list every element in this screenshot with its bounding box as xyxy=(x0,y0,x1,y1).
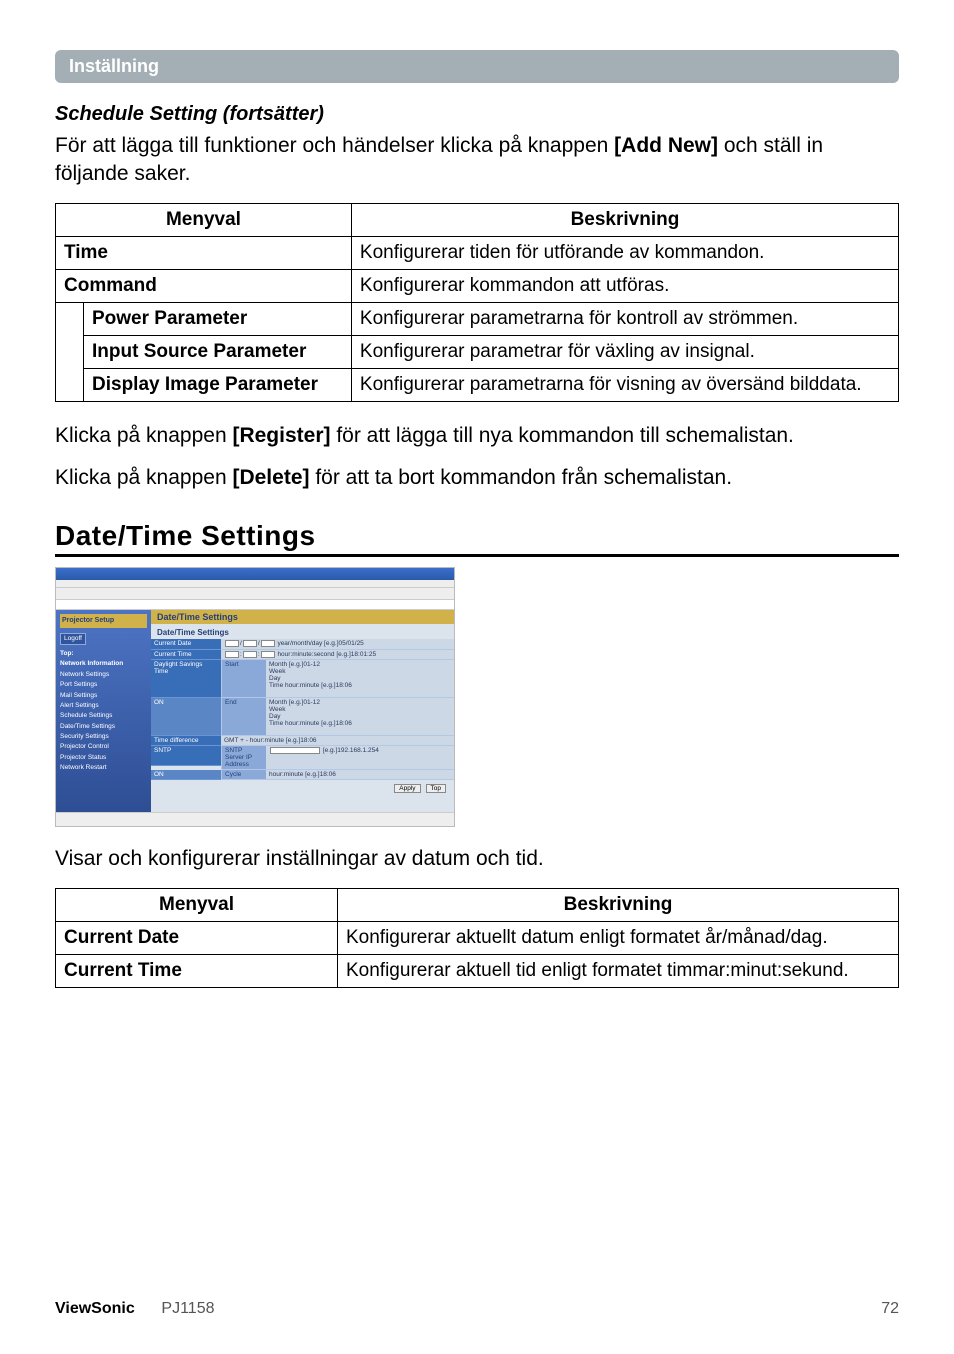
ss-val-end[interactable]: Month [e.g.]01-12 Week Day Time hour:min… xyxy=(266,698,454,736)
del-bold: [Delete] xyxy=(232,466,309,489)
reg-post: för att lägga till nya kommandon till sc… xyxy=(331,424,794,447)
row-power-desc: Konfigurerar parametrarna för kontroll a… xyxy=(351,302,898,335)
intro-bold: [Add New] xyxy=(614,134,718,157)
row-time-label: Time xyxy=(56,236,352,269)
ss-end-day: Day xyxy=(269,713,451,720)
ss-statusbar xyxy=(56,812,454,826)
schedule-subheading: Schedule Setting (fortsätter) xyxy=(55,103,899,126)
ss-lab-sntp: SNTP xyxy=(151,746,221,766)
schedule-intro: För att lägga till funktioner och händel… xyxy=(55,132,899,189)
ss-lab-start: Start xyxy=(221,660,266,698)
page-footer: ViewSonic PJ1158 72 xyxy=(55,1300,899,1318)
ss-lab-current-date: Current Date xyxy=(151,639,221,649)
ss-menubar xyxy=(56,580,454,588)
row-command-label: Command xyxy=(56,269,352,302)
ss-lab-timediff: Time difference xyxy=(151,736,221,746)
sched-th-menyval: Menyval xyxy=(56,203,352,236)
command-indent-cell xyxy=(56,302,84,401)
ss-start-week: Week xyxy=(269,668,451,675)
ss-side-item-3[interactable]: Port Settings xyxy=(60,680,147,690)
register-note: Klicka på knappen [Register] för att läg… xyxy=(55,422,899,450)
ss-val-timediff[interactable]: GMT + - hour:minute [e.g.]18:06 xyxy=(221,736,454,746)
ss-toolbar xyxy=(56,588,454,600)
ss-panel-title: Date/Time Settings xyxy=(151,610,454,624)
ss-window-titlebar xyxy=(56,568,454,580)
ss-eg-current-date: year/month/day [e.g.]05/01/25 xyxy=(277,641,363,648)
ss-side-item-4[interactable]: Mail Settings xyxy=(60,691,147,701)
ss-side-item-11[interactable]: Network Restart xyxy=(60,763,147,773)
reg-bold: [Register] xyxy=(232,424,330,447)
ss-val-sntp-cycle[interactable]: hour:minute [e.g.]18:06 xyxy=(266,770,454,780)
footer-brand: ViewSonic xyxy=(55,1300,135,1317)
dt-row-time-desc: Konfigurerar aktuell tid enligt formatet… xyxy=(338,954,899,987)
row-display-label: Display Image Parameter xyxy=(84,368,352,401)
ss-side-item-9[interactable]: Projector Control xyxy=(60,742,147,752)
ss-side-item-2[interactable]: Network Settings xyxy=(60,670,147,680)
row-command-desc: Konfigurerar kommandon att utföras. xyxy=(351,269,898,302)
ss-start-time: Time hour:minute [e.g.]18:06 xyxy=(269,682,451,689)
ss-side-item-0[interactable]: Top: xyxy=(60,649,147,659)
datetime-title: Date/Time Settings xyxy=(55,520,899,557)
ss-lab-sntp-cycle: Cycle xyxy=(221,770,266,780)
ss-side-item-6[interactable]: Schedule Settings xyxy=(60,711,147,721)
ss-lab-dst-on[interactable]: ON xyxy=(151,698,221,736)
ss-apply-button[interactable]: Apply xyxy=(394,784,420,793)
ss-side-item-10[interactable]: Projector Status xyxy=(60,753,147,763)
ss-side-item-8[interactable]: Security Settings xyxy=(60,732,147,742)
datetime-screenshot: Projector Setup Logoff Top: Network Info… xyxy=(55,567,455,827)
ss-section-label: Date/Time Settings xyxy=(151,624,454,639)
row-time-desc: Konfigurerar tiden för utförande av komm… xyxy=(351,236,898,269)
dt-row-time-label: Current Time xyxy=(56,954,338,987)
ss-val-current-date[interactable]: // year/month/day [e.g.]05/01/25 xyxy=(221,639,454,649)
ss-side-item-1[interactable]: Network Information xyxy=(60,659,147,669)
row-input-desc: Konfigurerar parametrar för växling av i… xyxy=(351,335,898,368)
del-post: för att ta bort kommandon från schemalis… xyxy=(310,466,733,489)
ss-end-week: Week xyxy=(269,706,451,713)
row-input-label: Input Source Parameter xyxy=(84,335,352,368)
dt-th-menyval: Menyval xyxy=(56,888,338,921)
ss-logoff-button[interactable]: Logoff xyxy=(60,633,86,645)
ss-top-button[interactable]: Top xyxy=(426,784,446,793)
datetime-table: Menyval Beskrivning Current Date Konfigu… xyxy=(55,888,899,988)
ss-start-month: Month [e.g.]01-12 xyxy=(269,661,451,668)
row-power-label: Power Parameter xyxy=(84,302,352,335)
ss-lab-current-time: Current Time xyxy=(151,650,221,660)
ss-main: Date/Time Settings Date/Time Settings Cu… xyxy=(151,610,454,812)
ss-eg-current-time: hour:minute:second [e.g.]18:01:25 xyxy=(277,651,376,658)
schedule-table: Menyval Beskrivning Time Konfigurerar ti… xyxy=(55,203,899,402)
ss-addressbar xyxy=(56,600,454,610)
datetime-caption: Visar och konfigurerar inställningar av … xyxy=(55,845,899,873)
row-display-desc: Konfigurerar parametrarna för visning av… xyxy=(351,368,898,401)
intro-pre: För att lägga till funktioner och händel… xyxy=(55,134,614,157)
delete-note: Klicka på knappen [Delete] för att ta bo… xyxy=(55,464,899,492)
ss-end-month: Month [e.g.]01-12 xyxy=(269,699,451,706)
ss-end-time: Time hour:minute [e.g.]18:06 xyxy=(269,720,451,727)
ss-val-sntp-srv[interactable]: [e.g.]192.168.1.254 xyxy=(266,746,454,770)
section-tab: Inställning xyxy=(55,50,899,83)
ss-lab-sntp-srv: SNTP Server IP Address xyxy=(221,746,266,770)
sched-th-beskrivning: Beskrivning xyxy=(351,203,898,236)
ss-eg-sntp-srv: [e.g.]192.168.1.254 xyxy=(323,747,379,754)
ss-lab-end: End xyxy=(221,698,266,736)
dt-th-beskrivning: Beskrivning xyxy=(338,888,899,921)
ss-side-header: Projector Setup xyxy=(60,614,147,627)
footer-model: PJ1158 xyxy=(161,1300,214,1317)
footer-page: 72 xyxy=(881,1300,899,1318)
del-pre: Klicka på knappen xyxy=(55,466,232,489)
dt-row-date-desc: Konfigurerar aktuellt datum enligt forma… xyxy=(338,921,899,954)
ss-buttons: Apply Top xyxy=(151,780,454,797)
ss-lab-sntp-on[interactable]: ON xyxy=(151,770,221,780)
ss-side-item-7[interactable]: Date/Time Settings xyxy=(60,722,147,732)
ss-start-day: Day xyxy=(269,675,451,682)
ss-body: Projector Setup Logoff Top: Network Info… xyxy=(56,610,454,812)
ss-sidebar: Projector Setup Logoff Top: Network Info… xyxy=(56,610,151,812)
ss-side-item-5[interactable]: Alert Settings xyxy=(60,701,147,711)
ss-val-current-time[interactable]: :: hour:minute:second [e.g.]18:01:25 xyxy=(221,650,454,660)
dt-row-date-label: Current Date xyxy=(56,921,338,954)
ss-lab-dst: Daylight Savings Time xyxy=(151,660,221,698)
ss-val-start[interactable]: Month [e.g.]01-12 Week Day Time hour:min… xyxy=(266,660,454,698)
reg-pre: Klicka på knappen xyxy=(55,424,232,447)
